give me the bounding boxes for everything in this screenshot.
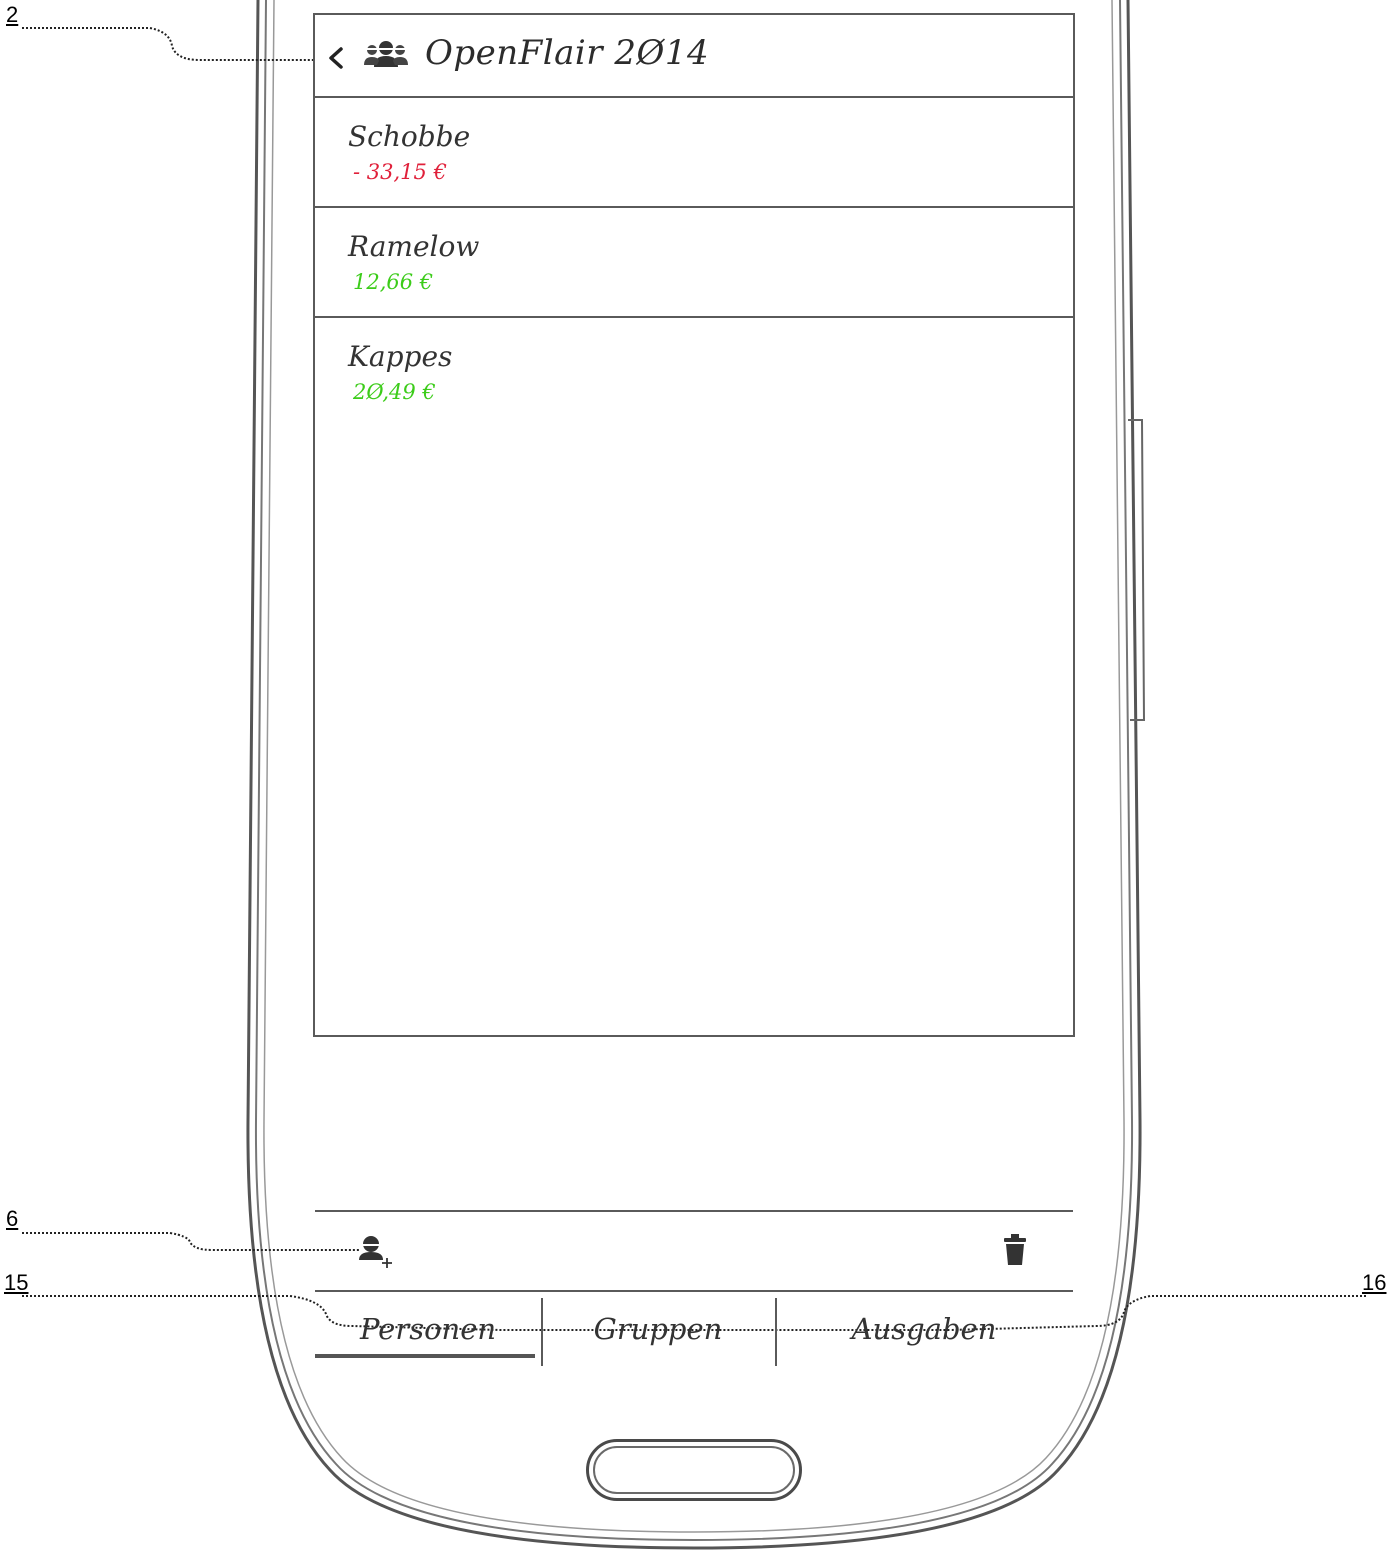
tab-gruppen[interactable]: Gruppen (541, 1292, 775, 1372)
trash-icon[interactable] (1003, 1234, 1027, 1266)
action-bar (315, 1210, 1073, 1292)
tab-label: Ausgaben (851, 1312, 997, 1346)
chevron-left-icon[interactable] (325, 43, 347, 71)
group-icon (364, 41, 408, 67)
person-balance: - 33,15 € (353, 160, 447, 184)
list-item[interactable]: Kappes 2Ø,49 € (315, 318, 1073, 428)
app-header: OpenFlair 2Ø14 (315, 15, 1073, 98)
person-name: Kappes (348, 340, 453, 373)
tab-bar: Personen Gruppen Ausgaben (315, 1292, 1073, 1372)
callout-6: 6 (6, 1206, 19, 1231)
callout-2: 2 (6, 2, 19, 27)
callout-16: 16 (1362, 1270, 1387, 1295)
person-balance: 12,66 € (353, 270, 434, 294)
active-tab-indicator (315, 1354, 535, 1358)
phone-screen: OpenFlair 2Ø14 Schobbe - 33,15 € Ramelow… (313, 13, 1075, 1366)
home-button[interactable] (586, 1439, 802, 1501)
tab-ausgaben[interactable]: Ausgaben (775, 1292, 1073, 1372)
person-name: Ramelow (348, 230, 480, 263)
person-list: Schobbe - 33,15 € Ramelow 12,66 € Kappes… (315, 98, 1073, 428)
page-title: OpenFlair 2Ø14 (425, 33, 710, 73)
callout-15: 15 (4, 1270, 29, 1295)
list-item[interactable]: Ramelow 12,66 € (315, 208, 1073, 318)
tab-label: Gruppen (593, 1312, 723, 1346)
person-name: Schobbe (348, 120, 471, 153)
tab-divider (541, 1298, 543, 1366)
tab-label: Personen (359, 1312, 497, 1346)
person-balance: 2Ø,49 € (353, 380, 436, 404)
tab-personen[interactable]: Personen (315, 1292, 541, 1372)
list-item[interactable]: Schobbe - 33,15 € (315, 98, 1073, 208)
add-person-icon[interactable] (357, 1234, 397, 1270)
tab-divider (775, 1298, 777, 1366)
